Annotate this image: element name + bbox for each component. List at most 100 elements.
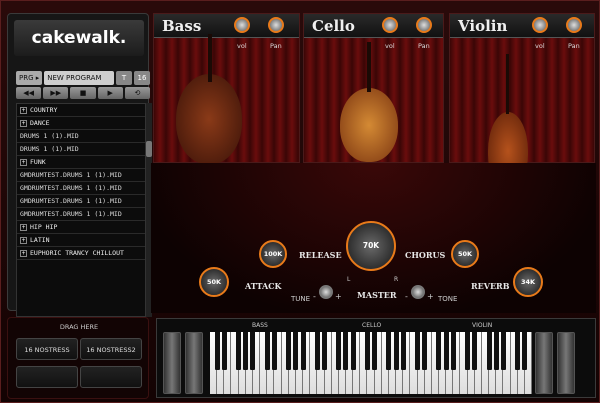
cello-pan-knob[interactable]	[416, 17, 432, 33]
folder-item[interactable]: + DANCE	[17, 117, 145, 130]
black-key[interactable]	[372, 332, 378, 370]
black-key[interactable]	[393, 332, 399, 370]
rewind-icon[interactable]: ◀◀	[16, 87, 42, 99]
black-key[interactable]	[321, 332, 327, 370]
list-item-label: GMDRUMTEST.DRUMS 1 (1).MID	[20, 210, 122, 218]
right-wheel-1[interactable]	[535, 332, 553, 394]
expand-plus-icon[interactable]: +	[20, 119, 27, 127]
black-key[interactable]	[250, 332, 256, 370]
violin-vol-knob[interactable]	[532, 17, 548, 33]
violin-title: Violin	[458, 17, 508, 35]
list-item-label: GMDRUMTEST.DRUMS 1 (1).MID	[20, 184, 122, 192]
loop-icon[interactable]: ⟲	[124, 87, 151, 99]
drag-drop-area[interactable]: DRAG HERE 16 NOSTRESS 16 NOSTRESS2	[7, 317, 149, 399]
drag-here-label: DRAG HERE	[59, 323, 99, 331]
tune-knob[interactable]	[319, 285, 333, 299]
black-key[interactable]	[343, 332, 349, 370]
black-key[interactable]	[236, 332, 242, 370]
keyboard-area: BASS CELLO VIOLIN	[156, 318, 596, 398]
cello-panel: Cello vol Pan	[303, 13, 444, 163]
black-key[interactable]	[465, 332, 471, 370]
black-key[interactable]	[493, 332, 499, 370]
reverb-label: REVERB	[471, 281, 510, 291]
tone-minus-button[interactable]: -	[405, 292, 408, 301]
file-item[interactable]: DRUMS 1 (1).MID	[17, 143, 145, 156]
program-menu-button[interactable]: PRG ▸	[16, 71, 43, 85]
folder-item[interactable]: + LATIN	[17, 234, 145, 247]
program-number-button[interactable]: 16	[134, 71, 150, 85]
play-icon[interactable]: ▶	[97, 87, 123, 99]
bass-vol-knob[interactable]	[234, 17, 250, 33]
black-key[interactable]	[400, 332, 406, 370]
piano-keyboard[interactable]	[210, 332, 533, 394]
folder-item[interactable]: + COUNTRY	[17, 104, 145, 117]
black-key[interactable]	[443, 332, 449, 370]
fast-forward-icon[interactable]: ▶▶	[43, 87, 69, 99]
release-knob[interactable]: 100K	[259, 240, 287, 268]
black-key[interactable]	[500, 332, 506, 370]
black-key[interactable]	[293, 332, 299, 370]
black-key[interactable]	[350, 332, 356, 370]
bass-pan-knob[interactable]	[268, 17, 284, 33]
black-key[interactable]	[450, 332, 456, 370]
black-key[interactable]	[386, 332, 392, 370]
list-item-label: LATIN	[30, 236, 50, 244]
violin-range-label: VIOLIN	[472, 322, 493, 329]
expand-plus-icon[interactable]: +	[20, 106, 27, 114]
black-key[interactable]	[286, 332, 292, 370]
black-key[interactable]	[264, 332, 270, 370]
program-t-button[interactable]: T	[116, 71, 132, 85]
drag-slot-2[interactable]: 16 NOSTRESS2	[80, 338, 142, 360]
file-item[interactable]: GMDRUMTEST.DRUMS 1 (1).MID	[17, 169, 145, 182]
black-key[interactable]	[522, 332, 528, 370]
black-key[interactable]	[214, 332, 220, 370]
scrollbar-thumb[interactable]	[146, 141, 152, 157]
black-key[interactable]	[436, 332, 442, 370]
violin-pan-knob[interactable]	[566, 17, 582, 33]
mod-wheel[interactable]	[185, 332, 203, 394]
pitch-wheel[interactable]	[163, 332, 181, 394]
folder-item[interactable]: + EUPHORIC TRANCY CHILLOUT	[17, 247, 145, 260]
black-key[interactable]	[300, 332, 306, 370]
expand-plus-icon[interactable]: +	[20, 158, 27, 166]
black-key[interactable]	[472, 332, 478, 370]
drag-slot-4[interactable]	[80, 366, 142, 388]
list-item-label: HIP HIP	[30, 223, 58, 231]
tone-knob[interactable]	[411, 285, 425, 299]
black-key[interactable]	[422, 332, 428, 370]
chorus-knob[interactable]: 50K	[451, 240, 479, 268]
black-key[interactable]	[314, 332, 320, 370]
tune-plus-button[interactable]: +	[335, 292, 342, 301]
folder-item[interactable]: + HIP HIP	[17, 221, 145, 234]
expand-plus-icon[interactable]: +	[20, 236, 27, 244]
drag-slot-3[interactable]	[16, 366, 78, 388]
release-label: RELEASE	[299, 250, 342, 260]
right-wheel-2[interactable]	[557, 332, 575, 394]
reverb-knob[interactable]: 34K	[513, 267, 543, 297]
black-key[interactable]	[336, 332, 342, 370]
file-item[interactable]: GMDRUMTEST.DRUMS 1 (1).MID	[17, 208, 145, 221]
file-item[interactable]: GMDRUMTEST.DRUMS 1 (1).MID	[17, 195, 145, 208]
tune-minus-button[interactable]: -	[313, 292, 316, 301]
expand-plus-icon[interactable]: +	[20, 249, 27, 257]
black-key[interactable]	[243, 332, 249, 370]
attack-knob[interactable]: 50K	[199, 267, 229, 297]
file-item[interactable]: GMDRUMTEST.DRUMS 1 (1).MID	[17, 182, 145, 195]
black-key[interactable]	[364, 332, 370, 370]
program-name-field[interactable]: NEW PROGRAM	[44, 71, 114, 85]
drag-slot-1[interactable]: 16 NOSTRESS	[16, 338, 78, 360]
cakewalk-logo: cakewalk.	[14, 20, 144, 56]
folder-item[interactable]: + FUNK	[17, 156, 145, 169]
black-key[interactable]	[415, 332, 420, 370]
file-item[interactable]: DRUMS 1 (1).MID	[17, 130, 145, 143]
stop-icon[interactable]: ■	[70, 87, 96, 99]
tone-plus-button[interactable]: +	[427, 292, 434, 301]
expand-plus-icon[interactable]: +	[20, 223, 27, 231]
black-key[interactable]	[515, 332, 521, 370]
master-knob[interactable]: 70K	[346, 221, 396, 271]
bass-title: Bass	[162, 17, 202, 35]
black-key[interactable]	[271, 332, 277, 370]
black-key[interactable]	[221, 332, 227, 370]
cello-vol-knob[interactable]	[382, 17, 398, 33]
black-key[interactable]	[486, 332, 492, 370]
